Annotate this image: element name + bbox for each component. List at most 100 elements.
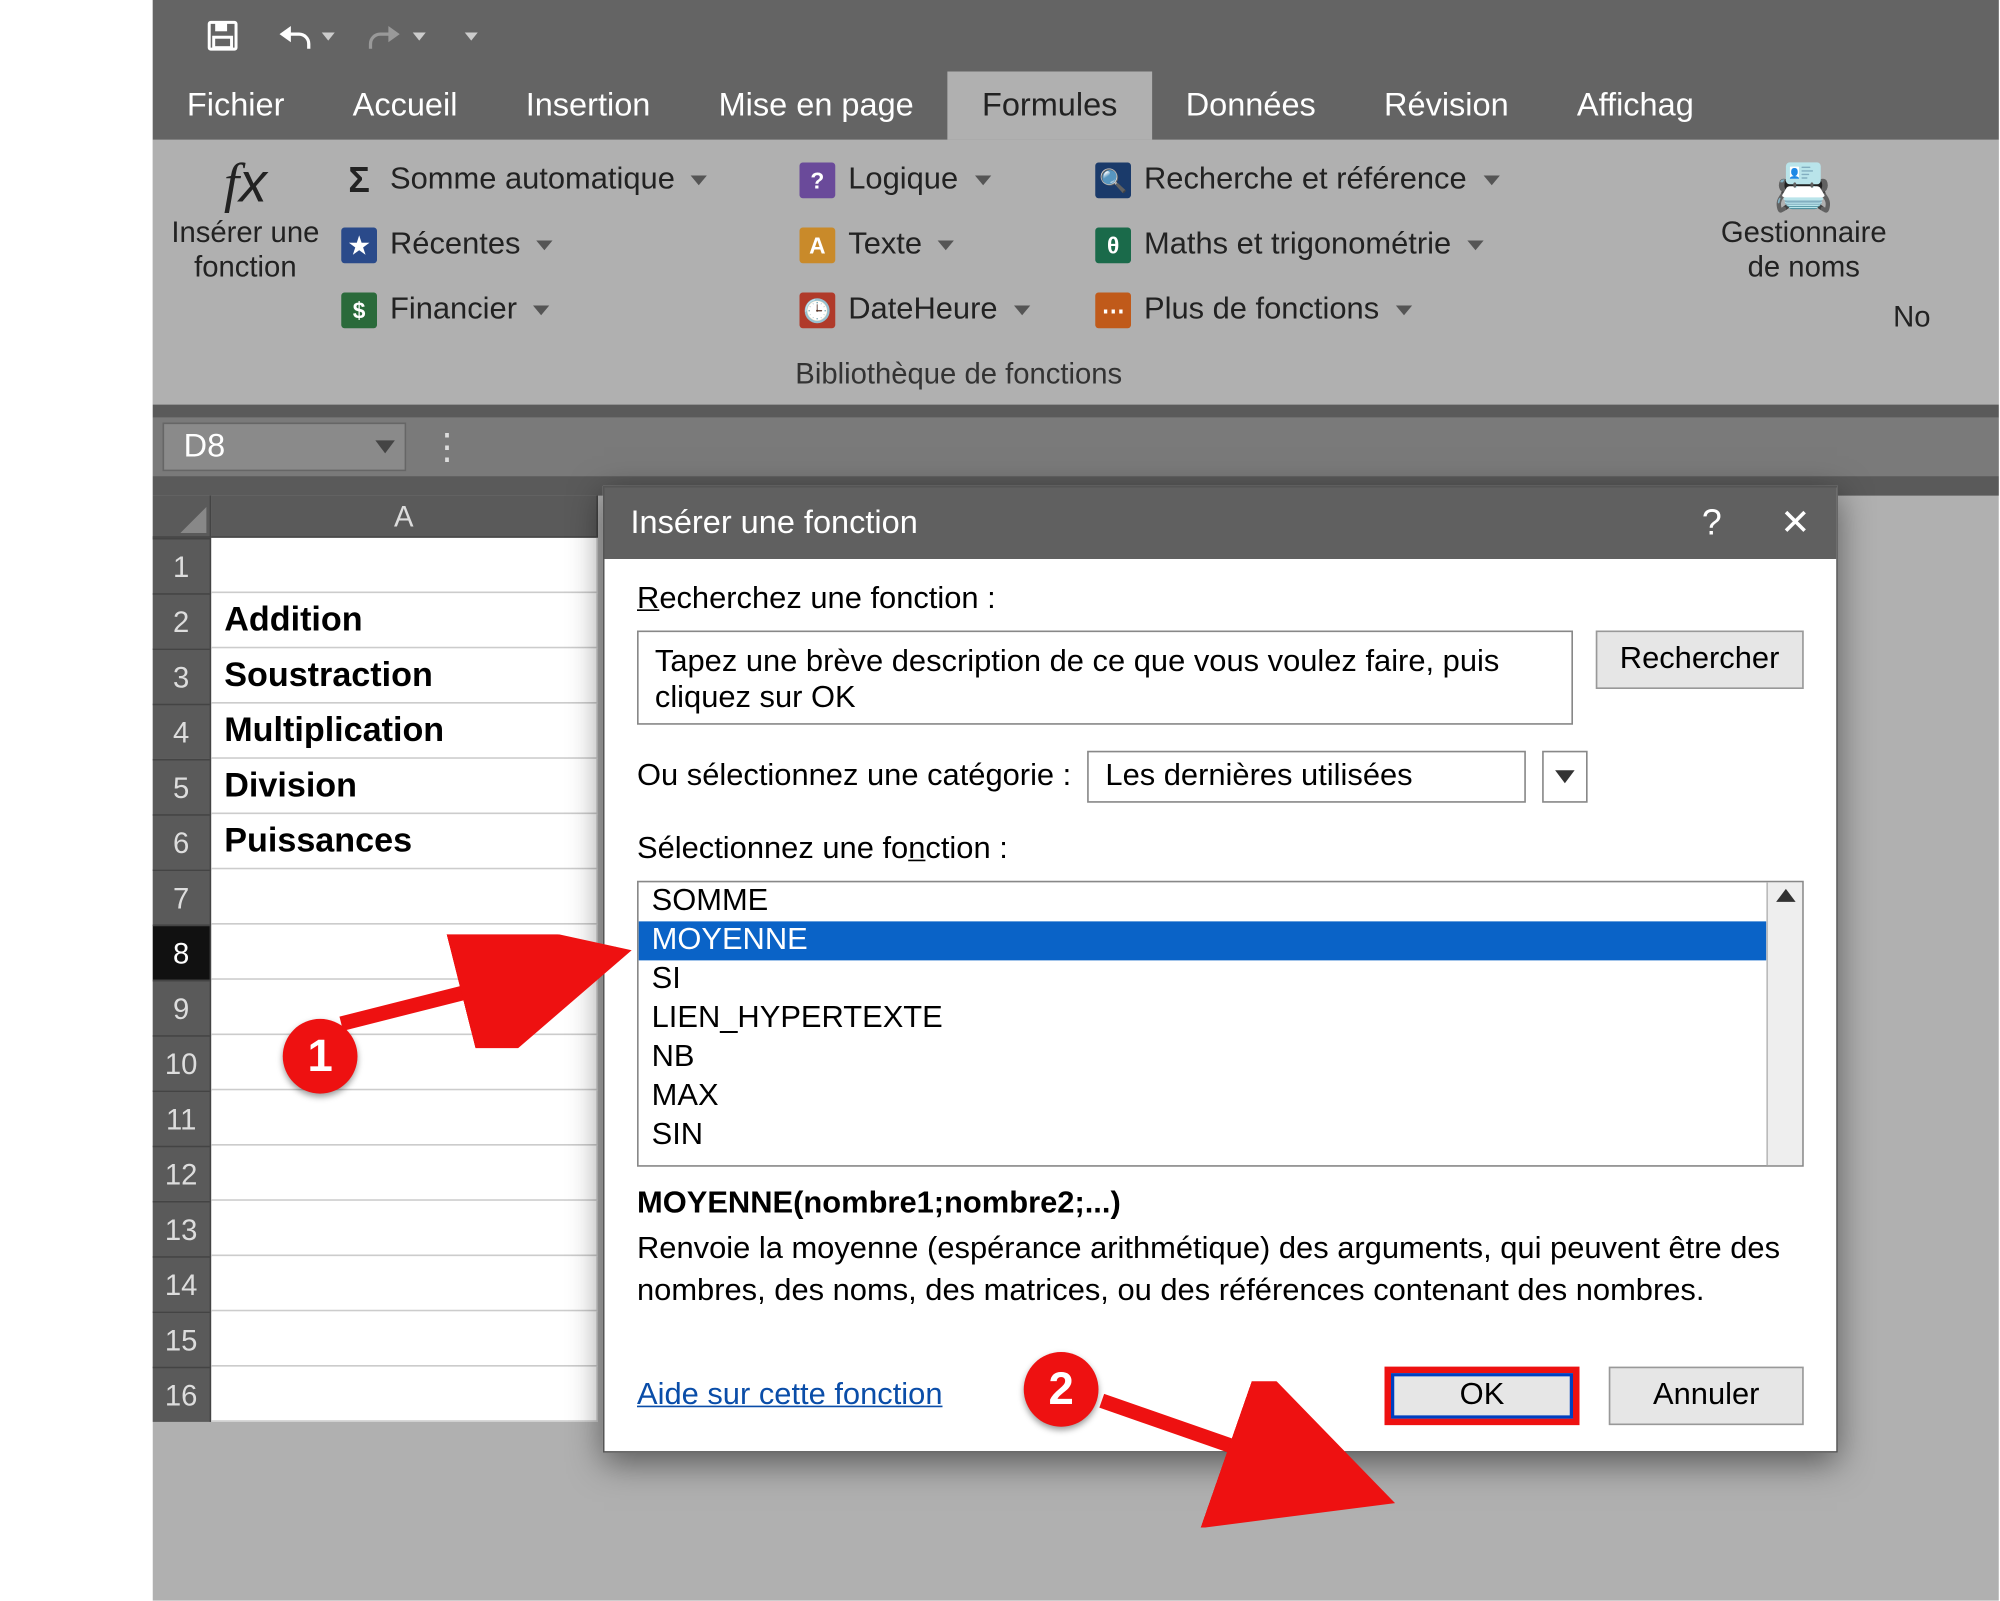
- help-icon[interactable]: ?: [1702, 502, 1722, 544]
- chevron-down-icon[interactable]: [375, 440, 395, 453]
- function-list-label: Sélectionnez une fonction :: [637, 832, 1804, 868]
- row-header[interactable]: 1: [153, 538, 212, 593]
- names-group-caption: No: [1677, 301, 1931, 335]
- row-header[interactable]: 8: [153, 925, 212, 980]
- cell-A8[interactable]: [211, 925, 598, 980]
- lookup-button[interactable]: 🔍Recherche et référence: [1092, 150, 1580, 212]
- ribbon-body: fx Insérer une fonction ΣSomme automatiq…: [153, 140, 1999, 405]
- name-manager-button[interactable]: 📇 Gestionnaire de noms No: [1677, 150, 1931, 405]
- row-header[interactable]: 6: [153, 814, 212, 869]
- close-icon[interactable]: ✕: [1780, 502, 1810, 544]
- math-label: Maths et trigonométrie: [1144, 228, 1451, 264]
- row-header[interactable]: 16: [153, 1367, 212, 1422]
- cell-A6[interactable]: Puissances: [211, 814, 598, 869]
- name-manager-label1: Gestionnaire: [1677, 216, 1931, 250]
- row-header[interactable]: 15: [153, 1311, 212, 1366]
- logical-button[interactable]: ?Logique: [796, 150, 1089, 212]
- insert-function-dialog: Insérer une fonction ? ✕ Recherchez une …: [603, 486, 1838, 1453]
- cell-A5[interactable]: Division: [211, 759, 598, 814]
- help-link[interactable]: Aide sur cette fonction: [637, 1378, 943, 1414]
- cell-A12[interactable]: [211, 1146, 598, 1201]
- function-signature: MOYENNE(nombre1;nombre2;...): [637, 1186, 1804, 1222]
- row-header[interactable]: 14: [153, 1256, 212, 1311]
- function-item[interactable]: NB: [639, 1038, 1767, 1077]
- tab-revision[interactable]: Révision: [1350, 72, 1543, 140]
- cell-A16[interactable]: [211, 1367, 598, 1422]
- cell-A2[interactable]: Addition: [211, 593, 598, 648]
- math-button[interactable]: θMaths et trigonométrie: [1092, 215, 1580, 277]
- ok-button[interactable]: OK: [1385, 1367, 1580, 1426]
- logical-label: Logique: [848, 163, 958, 199]
- financial-label: Financier: [390, 293, 517, 329]
- datetime-button[interactable]: 🕒DateHeure: [796, 280, 1089, 342]
- function-item[interactable]: MAX: [639, 1077, 1767, 1116]
- category-select[interactable]: Les dernières utilisées: [1088, 751, 1527, 803]
- recent-button[interactable]: ★Récentes: [338, 215, 793, 277]
- cell-A13[interactable]: [211, 1201, 598, 1256]
- cell-A3[interactable]: Soustraction: [211, 648, 598, 703]
- row-header[interactable]: 5: [153, 759, 212, 814]
- cell-A9[interactable]: [211, 980, 598, 1035]
- name-box[interactable]: D8: [163, 423, 407, 472]
- tab-accueil[interactable]: Accueil: [319, 72, 492, 140]
- function-list[interactable]: SOMMEMOYENNESILIEN_HYPERTEXTENBMAXSIN: [637, 881, 1804, 1167]
- name-manager-label2: de noms: [1677, 250, 1931, 284]
- text-button[interactable]: ATexte: [796, 215, 1089, 277]
- tab-mise-en-page[interactable]: Mise en page: [684, 72, 947, 140]
- row-header[interactable]: 4: [153, 704, 212, 759]
- cell-A4[interactable]: Multiplication: [211, 704, 598, 759]
- function-item[interactable]: LIEN_HYPERTEXTE: [639, 999, 1767, 1038]
- cell-A15[interactable]: [211, 1311, 598, 1366]
- insert-function-button[interactable]: fx Insérer une fonction: [153, 150, 338, 405]
- select-all-corner[interactable]: [153, 496, 212, 538]
- save-icon[interactable]: [202, 15, 244, 57]
- insert-function-label2: fonction: [153, 250, 338, 284]
- recent-label: Récentes: [390, 228, 520, 264]
- tab-affichage[interactable]: Affichag: [1543, 72, 1728, 140]
- formula-bar-row: D8 ⋮: [153, 418, 1999, 477]
- search-input[interactable]: Tapez une brève description de ce que vo…: [637, 631, 1573, 725]
- search-button[interactable]: Rechercher: [1595, 631, 1803, 690]
- more-fns-label: Plus de fonctions: [1144, 293, 1379, 329]
- row-header[interactable]: 2: [153, 593, 212, 648]
- row-header[interactable]: 12: [153, 1146, 212, 1201]
- cancel-button[interactable]: Annuler: [1609, 1367, 1804, 1426]
- tab-insertion[interactable]: Insertion: [492, 72, 685, 140]
- row-header[interactable]: 10: [153, 1035, 212, 1090]
- datetime-label: DateHeure: [848, 293, 997, 329]
- category-label: Ou sélectionnez une catégorie :: [637, 759, 1071, 795]
- cell-A14[interactable]: [211, 1256, 598, 1311]
- function-item[interactable]: SI: [639, 960, 1767, 999]
- autosum-label: Somme automatique: [390, 163, 675, 199]
- undo-icon[interactable]: [273, 15, 315, 57]
- financial-button[interactable]: $Financier: [338, 280, 793, 342]
- more-fns-button[interactable]: ⋯Plus de fonctions: [1092, 280, 1580, 342]
- redo-dropdown-icon[interactable]: [413, 32, 426, 40]
- function-item[interactable]: SOMME: [639, 882, 1767, 921]
- row-header[interactable]: 3: [153, 648, 212, 703]
- autosum-button[interactable]: ΣSomme automatique: [338, 150, 793, 212]
- cell-A11[interactable]: [211, 1090, 598, 1145]
- tab-fichier[interactable]: Fichier: [153, 72, 319, 140]
- col-header-A[interactable]: A: [211, 496, 598, 538]
- tab-donnees[interactable]: Données: [1152, 72, 1350, 140]
- function-item[interactable]: SIN: [639, 1116, 1767, 1155]
- function-item[interactable]: MOYENNE: [639, 921, 1767, 960]
- dialog-title: Insérer une fonction: [631, 505, 918, 542]
- cell-A1[interactable]: [211, 538, 598, 593]
- dialog-titlebar[interactable]: Insérer une fonction ? ✕: [605, 488, 1837, 560]
- redo-icon[interactable]: [364, 15, 406, 57]
- tab-formules[interactable]: Formules: [948, 72, 1152, 140]
- cell-A10[interactable]: [211, 1035, 598, 1090]
- category-dropdown-icon[interactable]: [1543, 751, 1589, 803]
- row-header[interactable]: 7: [153, 869, 212, 924]
- scrollbar[interactable]: [1766, 882, 1802, 1165]
- cell-A7[interactable]: [211, 869, 598, 924]
- qat-customize-icon[interactable]: [465, 32, 478, 40]
- row-header[interactable]: 13: [153, 1201, 212, 1256]
- row-header[interactable]: 9: [153, 980, 212, 1035]
- name-box-value: D8: [184, 428, 226, 465]
- undo-dropdown-icon[interactable]: [322, 32, 335, 40]
- row-header[interactable]: 11: [153, 1090, 212, 1145]
- scroll-up-icon[interactable]: [1775, 889, 1795, 902]
